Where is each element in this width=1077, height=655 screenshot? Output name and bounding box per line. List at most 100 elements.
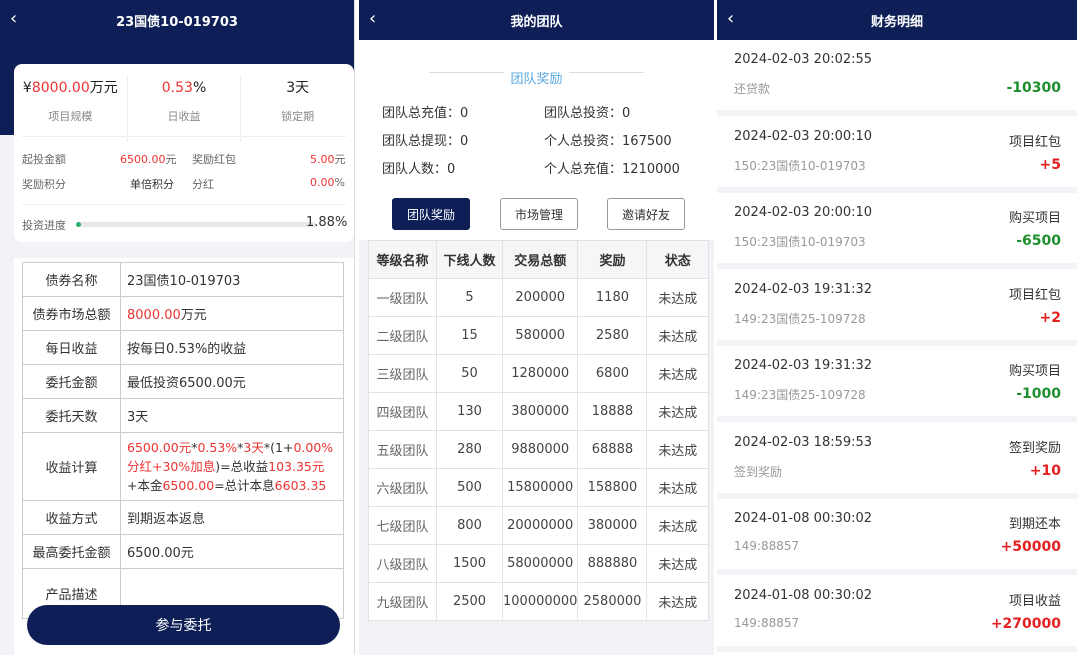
table-cell: 未达成	[646, 354, 709, 393]
table-row: 七级团队 800 20000000 380000 未达成	[368, 506, 709, 545]
page-title: 财务明细	[870, 14, 923, 30]
team-table: 等级名称 下线人数 交易总额 奖励 状态 一级团队 5 200000 1180 未达成二…	[368, 240, 709, 621]
stat-value: 8000.00	[31, 80, 90, 96]
record-type: 到期还本	[1008, 517, 1061, 532]
tab-team-reward[interactable]: 团队奖励	[392, 198, 470, 230]
divider	[22, 136, 346, 137]
table-cell: 130	[436, 392, 503, 431]
stat-daily-return: 0.53% 日收益	[126, 76, 242, 142]
column-header: 状态	[646, 240, 709, 279]
stat-value: 3天	[286, 80, 310, 96]
record-amount: +50000	[1000, 539, 1061, 555]
table-cell: 六级团队	[368, 468, 437, 507]
table-row: 四级团队 130 3800000 18888 未达成	[368, 392, 709, 431]
record-type: 购买项目	[1008, 211, 1061, 226]
table-row: 债券名称 23国债10-019703	[22, 262, 344, 297]
bonus-label: 奖励红包	[192, 153, 236, 166]
summary-item: 团队总充值：0	[382, 106, 469, 121]
summary-item: 个人总充值：1210000	[544, 162, 680, 177]
record-desc: 149:88857	[734, 615, 800, 630]
page-title: 23国债10-019703	[116, 14, 238, 30]
bonus-value: 5.00元	[310, 153, 346, 166]
info-table-wrapper: 债券名称 23国债10-019703 债券市场总额 8000.00万元 每日收益 按每…	[14, 258, 354, 655]
section-title: 团队奖励	[359, 68, 714, 87]
table-cell: 800	[436, 506, 503, 545]
table-row: 收益方式 到期返本返息	[22, 500, 344, 535]
table-cell: 2580	[577, 316, 648, 355]
join-button[interactable]: 参与委托	[27, 605, 340, 645]
table-row: 每日收益 按每日0.53%的收益	[22, 330, 344, 365]
table-cell: 1500	[436, 544, 503, 583]
stat-lock-period: 3天 锁定期	[241, 76, 354, 142]
stat-unit: 万元	[89, 80, 118, 96]
team-panel: ‹ 我的团队 团队奖励 团队总充值：0 团队总投资：0 团队总提现：0 个人总投…	[359, 0, 714, 655]
record-time: 2024-02-03 20:00:10	[734, 128, 873, 144]
table-cell: 未达成	[646, 430, 709, 469]
table-cell: 9880000	[501, 430, 579, 469]
table-row: 委托天数 3天	[22, 398, 344, 433]
record-time: 2024-01-08 00:30:02	[734, 511, 873, 526]
list-item[interactable]: 2024-02-03 19:31:32 购买项目 149:23国债25-109728…	[717, 346, 1077, 422]
list-item[interactable]: 2024-02-03 20:00:10 购买项目 150:23国债10-019703…	[717, 193, 1077, 269]
record-time: 2024-01-08 00:30:02	[734, 587, 873, 603]
list-item[interactable]: 2024-01-08 00:30:02 到期还本 149:88857 +50000	[717, 499, 1077, 575]
record-desc: 149:23国债25-109728	[734, 388, 866, 402]
table-row: 收益计算 6500.00元*0.53%*3天*(1+0.00%分红+30%加息)…	[22, 432, 344, 501]
table-cell: 未达成	[646, 316, 709, 355]
list-item[interactable]: 2024-02-03 19:31:32 项目红包 149:23国债25-109728…	[717, 269, 1077, 346]
table-cell: 15800000	[501, 468, 579, 507]
tab-market-management[interactable]: 市场管理	[500, 198, 578, 230]
page-title: 我的团队	[510, 14, 563, 30]
record-type: 签到奖励	[1008, 440, 1061, 456]
table-cell: 三级团队	[368, 354, 437, 393]
points-value: 单倍积分	[130, 178, 174, 191]
list-item[interactable]: 2024-01-08 00:30:02 项目收益 149:88857 +270000	[717, 575, 1077, 652]
table-cell: 未达成	[646, 506, 709, 545]
table-cell: 3800000	[501, 392, 579, 431]
record-desc: 149:88857	[734, 539, 800, 553]
tab-invite-friends[interactable]: 邀请好友	[607, 198, 685, 230]
table-cell: 580000	[501, 316, 579, 355]
min-invest-value: 6500.00元	[120, 153, 177, 166]
progress-value: 1.88%	[306, 215, 348, 230]
back-icon[interactable]: ‹	[727, 8, 734, 29]
table-row: 二级团队 15 580000 2580 未达成	[368, 316, 709, 355]
record-amount: +270000	[990, 615, 1061, 632]
dividend-label: 分红	[192, 178, 214, 191]
table-cell: 2580000	[577, 582, 648, 621]
record-time: 2024-02-03 19:31:32	[734, 358, 873, 373]
table-cell: 1280000	[501, 354, 579, 393]
stat-label: 日收益	[167, 110, 201, 123]
record-type: 项目收益	[1008, 593, 1061, 609]
stat-label: 项目规模	[48, 110, 93, 123]
table-row: 五级团队 280 9880000 68888 未达成	[368, 430, 709, 469]
stat-value: 0.53	[161, 80, 193, 96]
table-cell: 未达成	[646, 278, 709, 317]
record-time: 2024-02-03 18:59:53	[734, 434, 873, 450]
table-cell: 158800	[577, 468, 648, 507]
table-cell: 二级团队	[368, 316, 437, 355]
table-cell: 18888	[577, 392, 648, 431]
back-icon[interactable]: ‹	[369, 8, 376, 29]
record-amount: +2	[1039, 309, 1061, 326]
list-item[interactable]: 2024-02-03 18:59:53 签到奖励 签到奖励 +10	[717, 422, 1077, 499]
back-icon[interactable]: ‹	[10, 8, 17, 29]
table-cell: 888880	[577, 544, 648, 583]
table-row: 八级团队 1500 58000000 888880 未达成	[368, 544, 709, 583]
dividend-value: 0.00%	[310, 176, 345, 189]
list-item[interactable]: 2024-02-03 20:00:10 项目红包 150:23国债10-019703…	[717, 116, 1077, 193]
table-row: 最高委托金额 6500.00元	[22, 534, 344, 569]
record-desc: 还贷款	[734, 82, 771, 96]
record-time: 2024-02-03 20:00:10	[734, 205, 873, 220]
info-table: 债券名称 23国债10-019703 债券市场总额 8000.00万元 每日收益 按每…	[22, 262, 344, 619]
list-item[interactable]: 2024-02-03 20:02:55 还贷款 -10300	[717, 40, 1077, 116]
progress-bar	[76, 222, 316, 227]
record-desc: 150:23国债10-019703	[734, 158, 866, 173]
table-cell: 50	[436, 354, 503, 393]
table-cell: 20000000	[501, 506, 579, 545]
record-amount: -10300	[1006, 80, 1061, 96]
progress-fill	[76, 222, 81, 227]
stat-label: 锁定期	[281, 110, 315, 123]
table-cell: 未达成	[646, 582, 709, 621]
column-header: 等级名称	[368, 240, 437, 279]
